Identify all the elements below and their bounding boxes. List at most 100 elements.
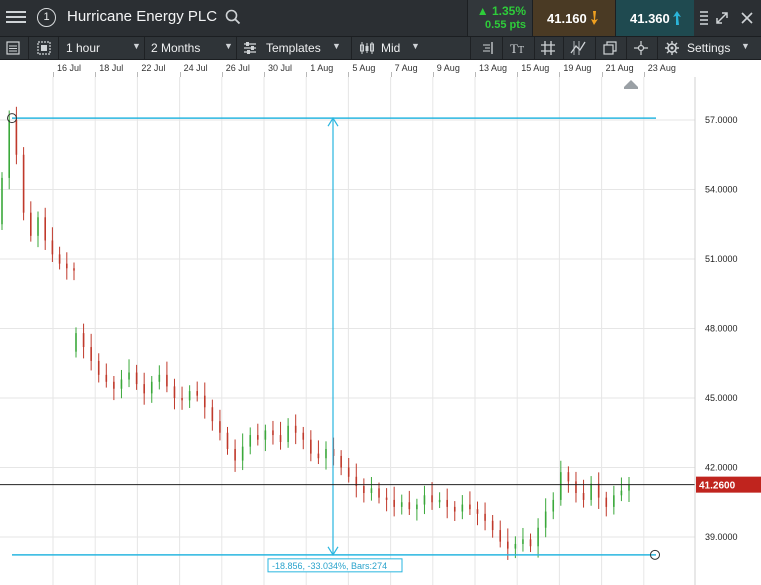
workspace-number-badge[interactable]: 1 — [37, 8, 56, 27]
date-axis-label: 13 Aug — [479, 63, 508, 73]
candle-body — [423, 495, 426, 505]
candlestick-icon[interactable] — [359, 41, 375, 55]
candle-body — [279, 435, 282, 443]
candle-body — [438, 499, 441, 503]
crosshair-icon[interactable] — [634, 41, 648, 55]
expand-icon[interactable] — [715, 11, 729, 25]
change-percent-value: 1.35% — [491, 4, 526, 18]
candle-body — [294, 425, 297, 433]
price-axis-label: 45.0000 — [705, 393, 738, 403]
chevron-down-icon[interactable]: ▼ — [411, 41, 420, 51]
gear-icon[interactable] — [665, 41, 679, 55]
candle-body — [203, 395, 206, 408]
up-triangle-icon: ▲ — [476, 4, 489, 18]
candle-body — [416, 504, 418, 510]
change-points: 0.55 pts — [485, 19, 526, 31]
buy-price: 41.360 — [630, 11, 670, 26]
candle-body — [310, 439, 312, 454]
candle-body — [613, 495, 615, 507]
settings-dropdown[interactable]: Settings — [687, 41, 730, 55]
price-axis-label: 42.0000 — [705, 463, 738, 473]
chevron-down-icon[interactable]: ▼ — [741, 41, 750, 51]
candle-body — [408, 502, 411, 510]
svg-text:T: T — [518, 45, 524, 55]
close-icon[interactable] — [741, 12, 753, 24]
svg-text:T: T — [510, 41, 518, 55]
hamburger-menu-icon[interactable] — [6, 8, 26, 28]
text-tool-icon[interactable]: T T — [509, 41, 527, 55]
date-axis-label: 5 Aug — [352, 63, 376, 73]
grid-icon[interactable] — [541, 41, 555, 55]
price-type-dropdown[interactable]: Mid — [381, 41, 400, 55]
candle-body — [567, 472, 570, 482]
grip-icon[interactable] — [699, 10, 709, 26]
date-axis-label: 7 Aug — [394, 63, 418, 73]
chevron-down-icon[interactable]: ▼ — [332, 41, 341, 51]
candle-body — [393, 499, 395, 507]
indicators-icon[interactable] — [480, 41, 494, 55]
candle-body — [135, 372, 138, 385]
candle-body — [22, 154, 25, 213]
candle-body — [211, 407, 214, 422]
candle-body — [188, 391, 191, 401]
candle-body — [340, 455, 342, 468]
candle-body — [249, 435, 252, 447]
date-axis-label: 23 Aug — [647, 63, 676, 73]
candle-body — [105, 374, 108, 382]
candle-body — [628, 484, 630, 491]
candle-body — [514, 543, 517, 549]
layout-grid-icon[interactable] — [37, 41, 51, 55]
date-axis-label: 15 Aug — [521, 63, 550, 73]
candle-body — [529, 539, 532, 547]
candle-body — [120, 379, 123, 389]
candle-body — [241, 446, 244, 461]
chevron-down-icon[interactable]: ▼ — [132, 41, 141, 51]
interval-dropdown[interactable]: 1 hour — [66, 41, 100, 55]
chevron-down-icon[interactable]: ▼ — [224, 41, 233, 51]
price-axis-label: 54.0000 — [705, 185, 738, 195]
price-axis-label: 39.0000 — [705, 532, 738, 542]
instrument-title[interactable]: Hurricane Energy PLC — [67, 8, 217, 25]
candle-body — [484, 513, 486, 521]
candle-body — [15, 120, 18, 155]
candle-body — [173, 386, 176, 398]
date-axis-label: 22 Jul — [141, 63, 166, 73]
date-axis-label: 1 Aug — [310, 63, 334, 73]
price-change-box: ▲ 1.35% 0.55 pts — [467, 0, 532, 36]
range-dropdown[interactable]: 2 Months — [151, 41, 200, 55]
templates-dropdown[interactable]: Templates — [266, 41, 321, 55]
search-icon[interactable] — [225, 9, 241, 25]
candle-body — [590, 483, 592, 500]
candle-body — [196, 391, 199, 396]
instrument-header: 1 Hurricane Energy PLC ▲ 1.35% 0.55 pts … — [0, 0, 761, 37]
windows-icon[interactable] — [603, 41, 617, 55]
price-chart[interactable]: -18.856, -33.034%, Bars:274 57.0000 54.00… — [0, 77, 761, 585]
down-arrow-icon — [591, 11, 598, 25]
date-axis-label: 21 Aug — [605, 63, 634, 73]
candle-body — [431, 495, 433, 503]
candle-body — [400, 502, 403, 507]
candle-body — [264, 430, 267, 440]
date-axis-label: 30 Jul — [268, 63, 293, 73]
candle-body — [150, 381, 153, 394]
candle-body — [597, 483, 600, 498]
date-axis: 16 Jul 18 Jul 22 Jul 24 Jul 26 Jul 30 Jul 1 Au… — [0, 60, 761, 78]
candle-body — [363, 486, 365, 493]
candle-body — [378, 488, 380, 498]
candle-body — [226, 432, 229, 449]
date-axis-label: 26 Jul — [225, 63, 250, 73]
candle-body — [181, 398, 183, 401]
templates-icon[interactable] — [243, 41, 257, 55]
buy-price-button[interactable]: 41.360 — [615, 0, 694, 36]
sell-price-button[interactable]: 41.160 — [532, 0, 615, 36]
candle-body — [166, 374, 168, 387]
candle-body — [453, 506, 456, 512]
candle-body — [272, 430, 274, 436]
list-icon[interactable] — [6, 41, 20, 55]
candle-body — [385, 497, 388, 500]
drawing-tools-icon[interactable] — [570, 40, 586, 56]
candle-body — [499, 530, 502, 542]
candle-body — [317, 453, 320, 459]
candle-body — [537, 527, 539, 547]
candle-body — [582, 492, 585, 500]
